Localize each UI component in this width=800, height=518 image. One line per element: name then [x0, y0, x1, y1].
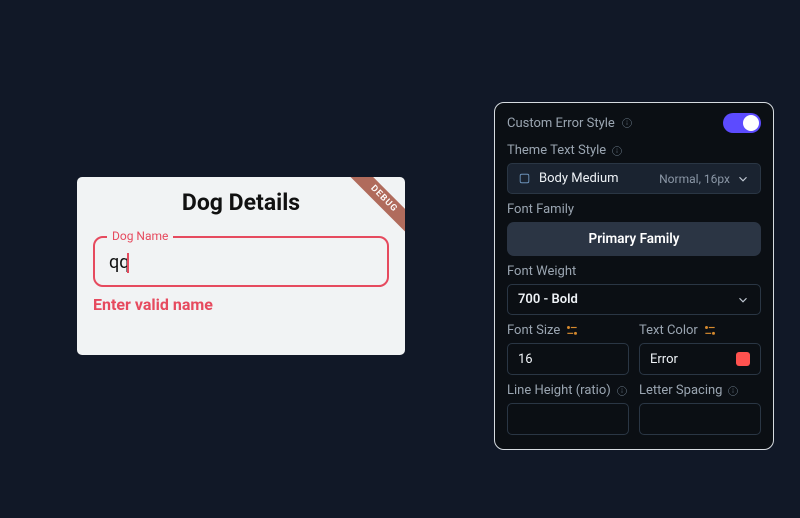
- text-color-select[interactable]: Error: [639, 343, 761, 375]
- page-title: Dog Details: [77, 189, 405, 216]
- custom-error-style-row: Custom Error Style: [507, 113, 761, 133]
- font-size-field[interactable]: [518, 352, 618, 367]
- app-preview: Dog Details DEBUG Dog Name qq Enter vali…: [77, 177, 405, 355]
- theme-text-style-select[interactable]: Body Medium Normal, 16px: [507, 163, 761, 194]
- custom-error-style-label: Custom Error Style: [507, 116, 615, 131]
- font-weight-select[interactable]: 700 - Bold: [507, 284, 761, 315]
- chevron-down-icon: [736, 293, 750, 307]
- theme-text-style-meta: Normal, 16px: [659, 172, 730, 186]
- theme-text-style-label-row: Theme Text Style: [507, 143, 761, 158]
- font-family-label-row: Font Family: [507, 202, 761, 217]
- letter-spacing-label: Letter Spacing: [639, 383, 722, 398]
- font-size-label: Font Size: [507, 323, 560, 338]
- theme-text-style-label: Theme Text Style: [507, 143, 606, 158]
- info-icon[interactable]: [611, 145, 623, 157]
- text-caret: [127, 253, 129, 273]
- chevron-down-icon: [736, 172, 750, 186]
- dog-name-field-outline: Dog Name qq: [93, 236, 389, 287]
- font-family-label: Font Family: [507, 202, 574, 217]
- line-height-field[interactable]: [518, 412, 618, 427]
- info-icon[interactable]: [621, 117, 633, 129]
- style-panel: Custom Error Style Theme Text Style Body…: [494, 102, 774, 450]
- theme-text-style-value: Body Medium: [539, 171, 619, 186]
- color-swatch[interactable]: [736, 352, 750, 366]
- dog-name-label: Dog Name: [107, 229, 173, 243]
- font-weight-label-row: Font Weight: [507, 264, 761, 279]
- line-height-label: Line Height (ratio): [507, 383, 611, 398]
- font-size-input[interactable]: [507, 343, 629, 375]
- letter-spacing-input[interactable]: [639, 403, 761, 435]
- tune-icon[interactable]: [703, 324, 717, 338]
- list-item-icon: [518, 172, 531, 185]
- dog-name-input-value: qq: [109, 252, 129, 273]
- letter-spacing-label-row: Letter Spacing: [639, 383, 761, 398]
- dog-name-input-row[interactable]: qq: [109, 252, 373, 273]
- text-color-label: Text Color: [639, 323, 698, 338]
- info-icon[interactable]: [727, 385, 739, 397]
- font-family-select[interactable]: Primary Family: [507, 222, 761, 256]
- font-size-label-row: Font Size: [507, 323, 629, 338]
- line-height-label-row: Line Height (ratio): [507, 383, 629, 398]
- letter-spacing-field[interactable]: [650, 412, 750, 427]
- text-color-label-row: Text Color: [639, 323, 761, 338]
- tune-icon[interactable]: [565, 324, 579, 338]
- toggle-knob: [743, 115, 759, 131]
- text-color-value: Error: [650, 352, 678, 367]
- custom-error-style-toggle[interactable]: [723, 113, 761, 133]
- info-icon[interactable]: [616, 385, 628, 397]
- line-height-input[interactable]: [507, 403, 629, 435]
- validation-error-text: Enter valid name: [93, 295, 389, 314]
- font-weight-value: 700 - Bold: [518, 292, 578, 307]
- font-weight-label: Font Weight: [507, 264, 576, 279]
